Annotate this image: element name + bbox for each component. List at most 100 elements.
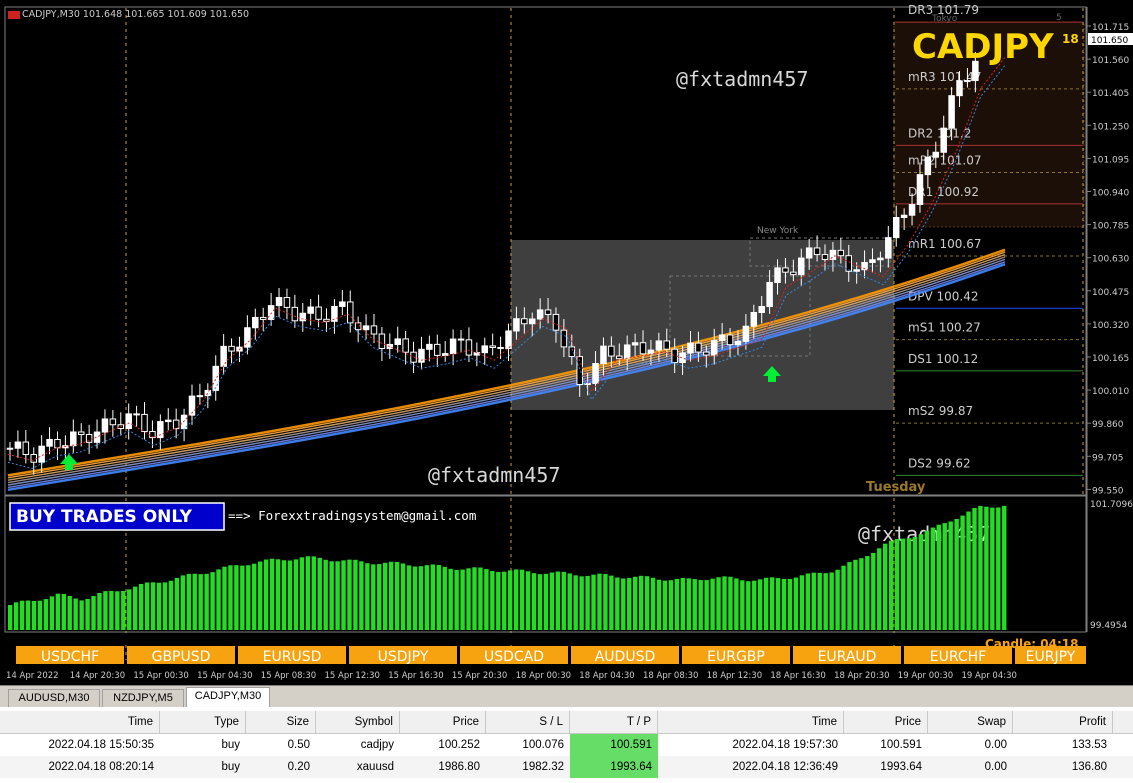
histogram-bar [972, 507, 977, 630]
pair-button-label: USDCAD [484, 649, 544, 665]
candle-body [544, 309, 552, 315]
candle-body [6, 447, 14, 450]
candle-body [552, 313, 560, 331]
histogram-bar [793, 577, 799, 630]
pivot-label-ds1: DS1 100.12 [908, 352, 978, 366]
histogram-bar [662, 580, 668, 630]
histogram-bar [847, 562, 852, 630]
terminal-header: Time Type Size Symbol Price S / LT / P Time Pri… [0, 711, 1133, 734]
time-tick-label: 19 Apr 04:30 [962, 671, 1017, 681]
column-header-t-p[interactable]: T / P [570, 711, 658, 733]
histogram-bar [192, 573, 197, 630]
histogram-bar [252, 563, 257, 630]
histogram-bar [222, 566, 227, 630]
column-header-profit[interactable]: Profit [1013, 711, 1113, 733]
chart-tab-audusd-m30[interactable]: AUDUSD,M30 [8, 689, 100, 707]
column-header-type[interactable]: Type [160, 711, 246, 733]
histogram-bar [341, 560, 346, 630]
candle-body [267, 305, 275, 320]
candle-body [165, 419, 172, 423]
histogram-bar [156, 582, 162, 630]
candle-strip [5, 633, 1086, 643]
column-header-time[interactable]: Time [0, 711, 160, 733]
histogram-bar [198, 574, 203, 630]
price-tick-label: 99.860 [1092, 420, 1124, 430]
candle-body [101, 418, 109, 433]
candle-body [85, 433, 93, 443]
histogram-bar [912, 536, 918, 630]
histogram-bar [936, 524, 941, 630]
candle-body [394, 338, 401, 345]
candle-body [196, 395, 204, 398]
column-header-symbol[interactable]: Symbol [316, 711, 400, 733]
histogram-bar [704, 580, 709, 630]
candle-body [821, 254, 829, 260]
price-chart[interactable]: New YorkTokyo 5DR3 101.79mR3 101.47DR2 10… [0, 0, 1133, 685]
histogram-bar [43, 599, 49, 630]
histogram-bar [603, 574, 608, 630]
histogram-bar [656, 579, 662, 630]
histogram-bar [234, 565, 239, 630]
time-tick-label: 18 Apr 08:30 [643, 671, 698, 681]
candle-body [758, 306, 765, 314]
histogram-bar [811, 572, 816, 630]
histogram-bar [799, 575, 805, 630]
histogram-bar [317, 557, 322, 630]
histogram-bar [502, 571, 507, 630]
candle-body [497, 346, 504, 350]
histogram-bar [19, 600, 25, 630]
histogram-bar [424, 565, 430, 630]
column-header-time[interactable]: Time [658, 711, 844, 733]
histogram-bar [954, 518, 959, 630]
column-header-size[interactable]: Size [246, 711, 316, 733]
table-cell: xauusd [356, 761, 394, 773]
histogram-bar [698, 580, 703, 630]
histogram-bar [537, 574, 543, 630]
histogram-bar [263, 559, 269, 630]
chart-tab-cadjpy-m30[interactable]: CADJPY,M30 [186, 687, 270, 708]
chart-tab-nzdjpy-m5[interactable]: NZDJPY,M5 [102, 689, 184, 707]
histogram-bar [769, 577, 775, 630]
pair-button-label: EURUSD [263, 649, 322, 665]
histogram-bar [930, 527, 936, 630]
histogram-bar [519, 569, 525, 630]
column-header-price[interactable]: Price [400, 711, 486, 733]
table-row[interactable]: 2022.04.18 08:20:14 buy 0.20 xauusd 1986.80 1… [0, 756, 1133, 778]
histogram-bar [180, 575, 186, 630]
histogram-bar [674, 578, 680, 630]
histogram-bar [716, 577, 721, 630]
candle-body [932, 151, 940, 158]
candle-body [623, 344, 631, 360]
time-tick-label: 15 Apr 16:30 [388, 671, 443, 681]
candle-body [956, 80, 963, 97]
table-cell: 0.50 [287, 739, 310, 751]
time-tick-label: 14 Apr 2022 [6, 671, 59, 681]
pivot-label-dr3: DR3 101.79 [908, 3, 979, 17]
candle-body [734, 340, 742, 346]
session-label-5: 5 [1056, 13, 1062, 23]
candle-body [465, 339, 473, 356]
histogram-bar [853, 559, 858, 630]
big-symbol-label: CADJPY [912, 27, 1054, 67]
column-header-s-l[interactable]: S / L [486, 711, 570, 733]
candle-body [291, 306, 299, 322]
candle-body [631, 342, 639, 346]
histogram-bar [692, 579, 697, 630]
table-row[interactable]: 2022.04.18 15:50:35 buy 0.50 cadjpy 100.252 1… [0, 734, 1133, 756]
histogram-bar [388, 561, 394, 630]
candle-body [774, 267, 781, 283]
histogram-bar [436, 564, 441, 630]
candle-body [845, 255, 852, 272]
time-tick-label: 19 Apr 00:30 [898, 671, 953, 681]
pair-button-label: GBPUSD [152, 649, 211, 665]
histogram-bar [555, 571, 561, 630]
histogram-bar [371, 564, 376, 630]
histogram-bar [150, 582, 156, 630]
histogram-bar [585, 575, 590, 630]
histogram-bar [186, 573, 191, 630]
table-cell: 0.20 [287, 761, 310, 773]
histogram-bar [258, 561, 263, 630]
histogram-bar [859, 558, 864, 630]
column-header-price[interactable]: Price [844, 711, 928, 733]
column-header-swap[interactable]: Swap [928, 711, 1013, 733]
